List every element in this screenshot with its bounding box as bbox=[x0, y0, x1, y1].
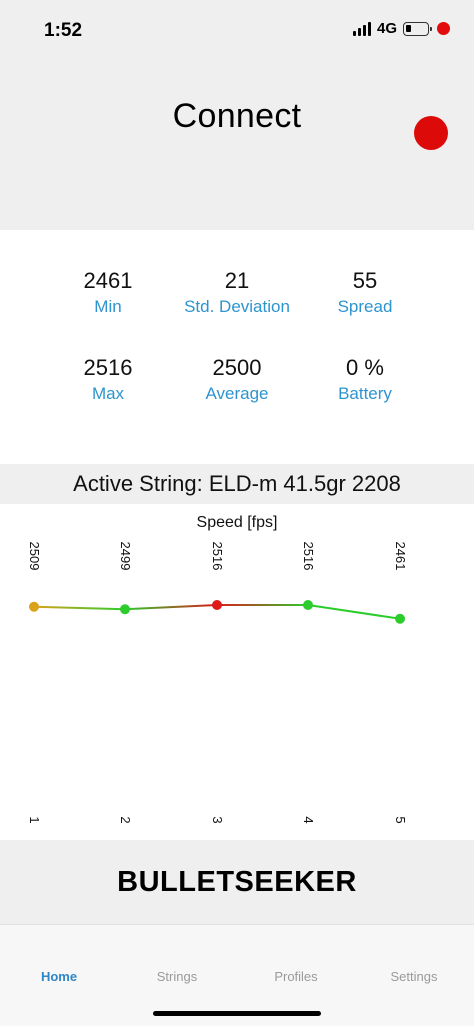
series-line-segment bbox=[33, 605, 126, 611]
stat-value: 0 % bbox=[346, 355, 384, 380]
stat-spread: 55 Spread bbox=[285, 268, 445, 319]
speed-chart-svg: Speed [fps] 2509 1 2499 2 2516 3 2516 4 2461 5 bbox=[27, 514, 408, 824]
data-point[interactable] bbox=[395, 613, 405, 624]
speed-chart: Speed [fps] 2509 1 2499 2 2516 3 2516 4 2461 5 bbox=[0, 504, 474, 840]
data-point[interactable] bbox=[303, 600, 313, 610]
status-time: 1:52 bbox=[44, 20, 83, 41]
x-tick-label: 2 bbox=[118, 816, 133, 823]
active-string[interactable]: Active String: ELD-m 41.5gr 2208 bbox=[0, 464, 474, 504]
data-point[interactable] bbox=[120, 604, 130, 615]
stat-label: Spread bbox=[337, 297, 393, 316]
data-label: 2499 bbox=[118, 542, 133, 571]
series-line-segment bbox=[124, 604, 218, 611]
data-label: 2509 bbox=[27, 542, 42, 571]
x-tick-label: 3 bbox=[210, 816, 225, 823]
battery-icon bbox=[403, 21, 432, 36]
signal-icon bbox=[352, 21, 371, 36]
tab-strings[interactable]: Strings bbox=[118, 969, 236, 984]
brand-banner: BULLETSEEKER bbox=[0, 840, 474, 924]
stat-value: 55 bbox=[352, 268, 378, 293]
page-title[interactable]: Connect bbox=[0, 97, 474, 136]
x-tick-label: 4 bbox=[301, 816, 316, 823]
x-tick-label: 5 bbox=[393, 816, 408, 823]
home-indicator[interactable] bbox=[153, 1011, 321, 1016]
tab-bar: Home Strings Profiles Settings bbox=[0, 924, 474, 1026]
tab-home[interactable]: Home bbox=[0, 969, 118, 984]
status-indicators: 4G bbox=[352, 20, 450, 37]
x-tick-label: 1 bbox=[27, 816, 42, 823]
data-point[interactable] bbox=[212, 600, 222, 610]
chart-title: Speed [fps] bbox=[197, 514, 278, 531]
data-point[interactable] bbox=[29, 601, 39, 612]
stat-battery: 0 % Battery bbox=[285, 355, 445, 406]
low-battery-dot-icon bbox=[437, 22, 450, 35]
data-label: 2516 bbox=[210, 542, 225, 571]
data-label: 2516 bbox=[301, 542, 316, 571]
status-bar: 1:52 4G bbox=[0, 0, 474, 60]
tab-settings[interactable]: Settings bbox=[355, 969, 473, 984]
series-line-segment bbox=[307, 604, 401, 620]
stat-label: Battery bbox=[338, 384, 392, 403]
network-type: 4G bbox=[376, 20, 397, 37]
data-label: 2461 bbox=[393, 542, 408, 571]
tab-profiles[interactable]: Profiles bbox=[237, 969, 355, 984]
header bbox=[0, 60, 474, 230]
